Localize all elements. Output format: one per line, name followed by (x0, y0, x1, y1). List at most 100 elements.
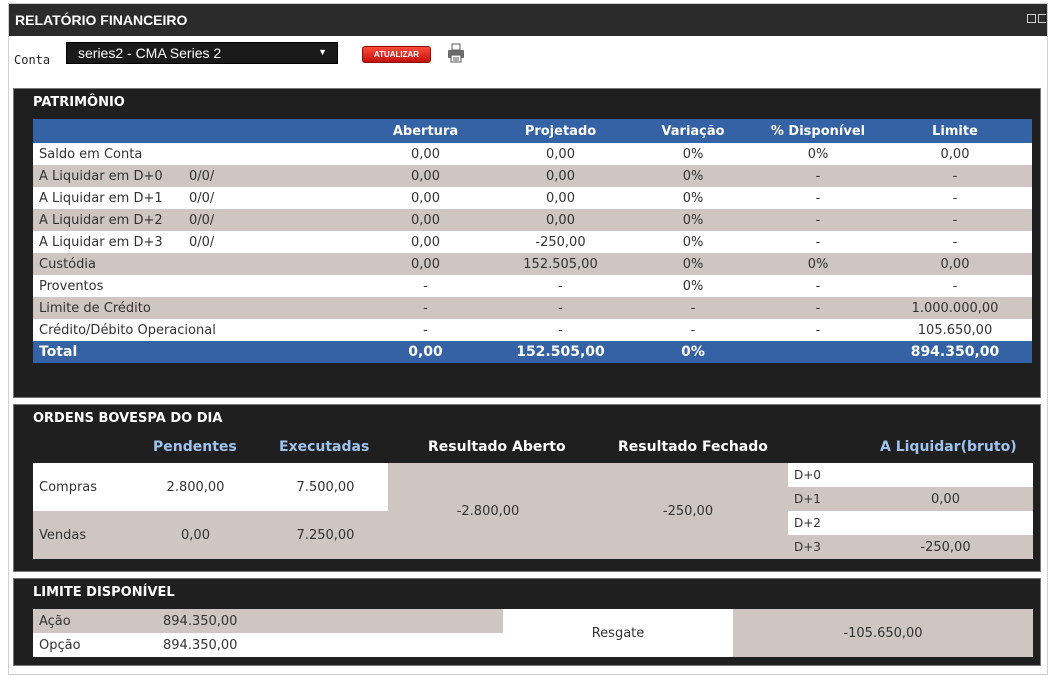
row-variacao: 0% (628, 143, 758, 165)
financial-report-window: RELATÓRIO FINANCEIRO Conta series2 - CMA… (8, 3, 1048, 675)
row-label-text: A Liquidar em D+0 (39, 168, 163, 184)
liquidar-d1-label: D+1 (788, 487, 858, 511)
patrimonio-header-row: Abertura Projetado Variação % Disponível… (33, 119, 1032, 143)
total-row: Total 0,00 152.505,00 0% 894.350,00 (33, 341, 1032, 363)
row-abertura: 0,00 (358, 165, 493, 187)
total-disponivel (758, 341, 878, 363)
row-label: Saldo em Conta (33, 143, 358, 165)
total-limite: 894.350,00 (878, 341, 1032, 363)
compras-label: Compras (33, 463, 128, 511)
update-button[interactable]: ATUALIZAR (362, 46, 431, 63)
header-variacao: Variação (628, 119, 758, 143)
limite-table: Ação 894.350,00 Resgate -105.650,00 Opçã… (33, 609, 1033, 657)
row-limite: - (878, 165, 1032, 187)
row-sub-text: 0/0/ (189, 234, 215, 250)
patrimonio-row: A Liquidar em D+3 0/0/0,00 -250,00 0% - - (33, 231, 1032, 253)
row-sub-text: 0/0/ (189, 168, 215, 184)
row-label-text: A Liquidar em D+3 (39, 234, 163, 250)
limite-panel: LIMITE DISPONÍVEL Ação 894.350,00 Resgat… (13, 578, 1041, 666)
row-label: Crédito/Débito Operacional (33, 319, 358, 341)
close-icon[interactable] (1038, 14, 1046, 23)
row-limite: 105.650,00 (878, 319, 1032, 341)
row-limite: - (878, 187, 1032, 209)
row-limite: - (878, 275, 1032, 297)
title-bar: RELATÓRIO FINANCEIRO (9, 4, 1047, 36)
printer-icon[interactable] (447, 43, 465, 63)
row-disponivel: - (758, 275, 878, 297)
row-label: A Liquidar em D+3 0/0/ (33, 231, 358, 253)
row-disponivel: - (758, 209, 878, 231)
row-projetado: -250,00 (493, 231, 628, 253)
row-limite: 0,00 (878, 143, 1032, 165)
patrimonio-row: Saldo em Conta 0,00 0,00 0% 0% 0,00 (33, 143, 1032, 165)
resgate-value: -105.650,00 (733, 609, 1033, 657)
acao-label: Ação (33, 609, 153, 633)
liquidar-d2-value (858, 511, 1033, 535)
opcao-label: Opção (33, 633, 153, 657)
row-projetado: 0,00 (493, 143, 628, 165)
row-variacao: 0% (628, 209, 758, 231)
vendas-label: Vendas (33, 511, 128, 559)
row-projetado: - (493, 297, 628, 319)
liquidar-d3-value: -250,00 (858, 535, 1033, 559)
chevron-down-icon: ▼ (318, 47, 327, 57)
row-abertura: 0,00 (358, 209, 493, 231)
vendas-pendentes: 0,00 (128, 511, 263, 559)
row-label-text: Crédito/Débito Operacional (39, 322, 216, 338)
row-label: A Liquidar em D+1 0/0/ (33, 187, 358, 209)
compras-executadas: 7.500,00 (263, 463, 388, 511)
header-limite: Limite (878, 119, 1032, 143)
row-projetado: 0,00 (493, 165, 628, 187)
row-variacao: 0% (628, 275, 758, 297)
row-projetado: 0,00 (493, 187, 628, 209)
ordens-panel: ORDENS BOVESPA DO DIA Pendentes Executad… (13, 404, 1041, 572)
window-title: RELATÓRIO FINANCEIRO (15, 12, 188, 28)
row-disponivel: - (758, 319, 878, 341)
row-label: Proventos (33, 275, 358, 297)
liquidar-d2-label: D+2 (788, 511, 858, 535)
header-resultado-fechado: Resultado Fechado (618, 439, 768, 455)
header-abertura: Abertura (358, 119, 493, 143)
row-label: Custódia (33, 253, 358, 275)
row-disponivel: - (758, 297, 878, 319)
row-label: A Liquidar em D+2 0/0/ (33, 209, 358, 231)
row-label: Limite de Crédito (33, 297, 358, 319)
row-abertura: 0,00 (358, 143, 493, 165)
ordens-table: Compras 2.800,00 7.500,00 -2.800,00 -250… (33, 463, 1033, 559)
row-disponivel: - (758, 165, 878, 187)
header-pendentes: Pendentes (153, 439, 237, 455)
header-resultado-aberto: Resultado Aberto (428, 439, 566, 455)
account-select[interactable]: series2 - CMA Series 2 ▼ (66, 42, 338, 64)
row-abertura: 0,00 (358, 253, 493, 275)
patrimonio-title: PATRIMÔNIO (33, 95, 125, 110)
total-abertura: 0,00 (358, 341, 493, 363)
compras-pendentes: 2.800,00 (128, 463, 263, 511)
row-label-text: A Liquidar em D+1 (39, 190, 163, 206)
row-label-text: Proventos (39, 278, 104, 294)
total-label: Total (33, 341, 358, 363)
header-disponivel: % Disponível (758, 119, 878, 143)
vendas-executadas: 7.250,00 (263, 511, 388, 559)
row-disponivel: 0% (758, 143, 878, 165)
liquidar-d0-value (858, 463, 1033, 487)
row-disponivel: 0% (758, 253, 878, 275)
resgate-label: Resgate (503, 609, 733, 657)
row-variacao: - (628, 297, 758, 319)
row-variacao: - (628, 319, 758, 341)
total-variacao: 0% (628, 341, 758, 363)
row-variacao: 0% (628, 253, 758, 275)
liquidar-d0-label: D+0 (788, 463, 858, 487)
resultado-aberto-value: -2.800,00 (388, 463, 588, 559)
row-variacao: 0% (628, 187, 758, 209)
row-label-text: Limite de Crédito (39, 300, 151, 316)
ordens-header-row: Pendentes Executadas Resultado Aberto Re… (33, 435, 1033, 461)
resultado-fechado-value: -250,00 (588, 463, 788, 559)
minimize-icon[interactable] (1027, 14, 1036, 23)
patrimonio-row: A Liquidar em D+1 0/0/0,00 0,00 0% - - (33, 187, 1032, 209)
row-projetado: - (493, 319, 628, 341)
liquidar-d3-label: D+3 (788, 535, 858, 559)
row-sub-text: 0/0/ (189, 212, 215, 228)
ordens-title: ORDENS BOVESPA DO DIA (33, 411, 223, 426)
row-disponivel: - (758, 187, 878, 209)
patrimonio-row: Limite de Crédito - - - -1.000.000,00 (33, 297, 1032, 319)
